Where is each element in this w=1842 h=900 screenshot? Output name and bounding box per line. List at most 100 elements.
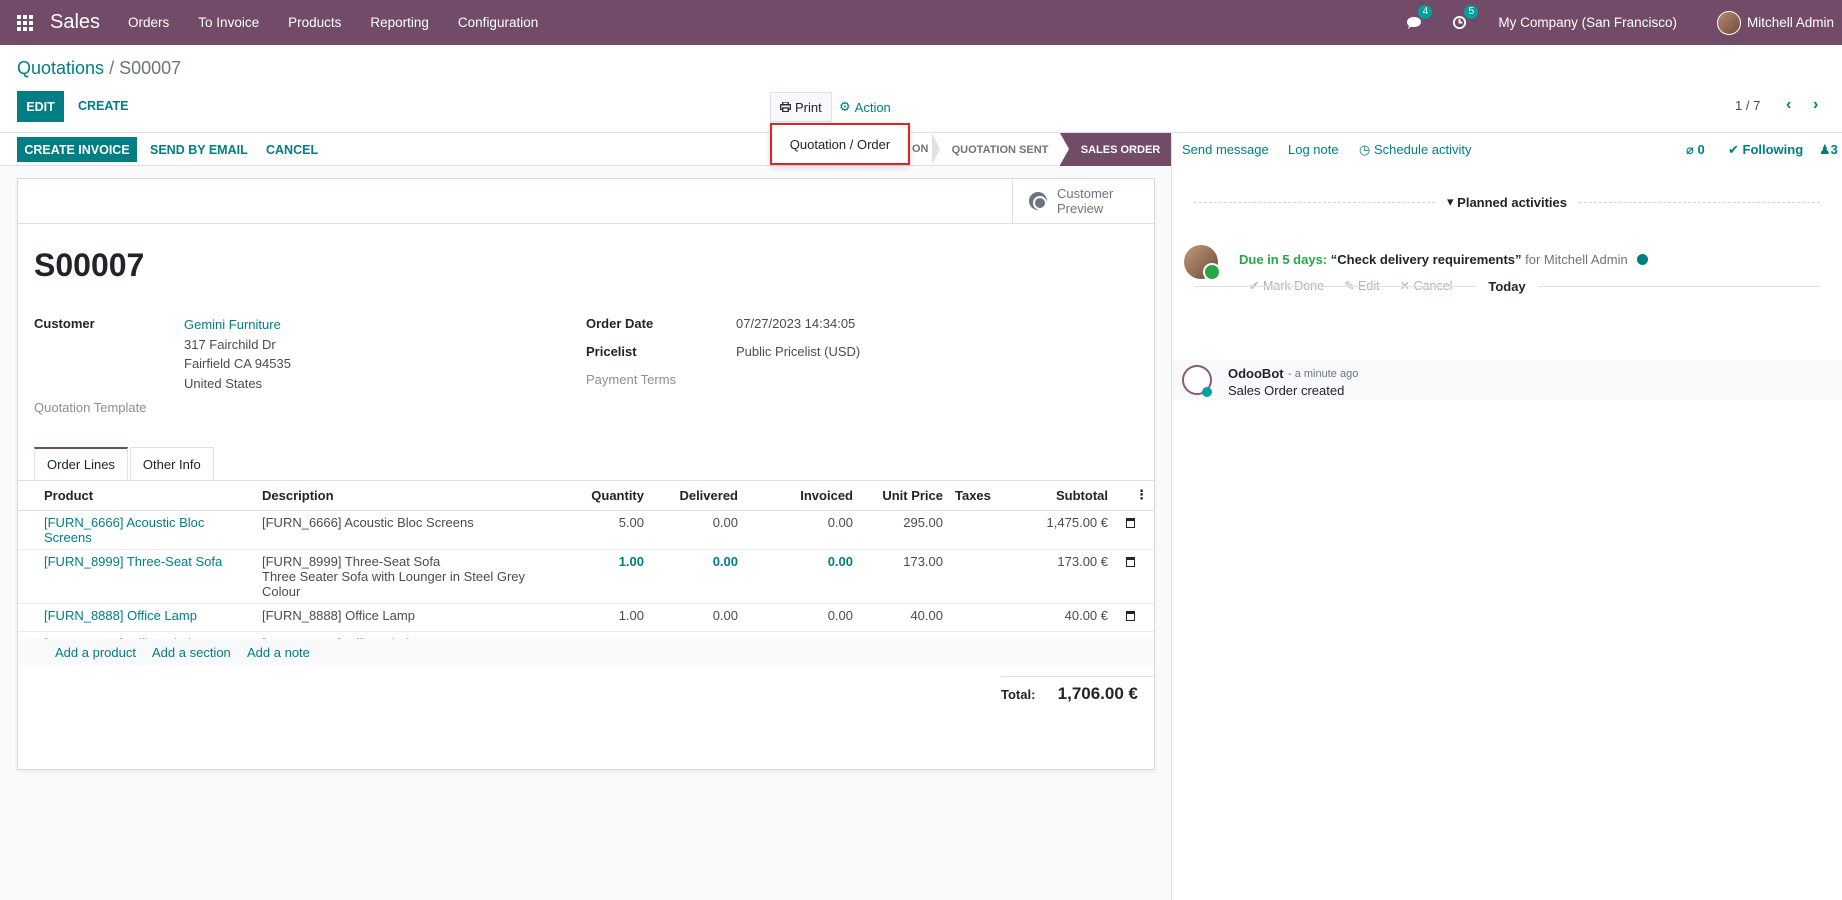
user-icon: ♟ (1819, 142, 1831, 157)
line-invoiced: 0.00 (827, 514, 853, 530)
order-date-label: Order Date (586, 316, 654, 331)
total-value: 1,706.00 € (1057, 684, 1138, 703)
line-product[interactable]: [FURN_8999] Three-Seat Sofa (44, 554, 222, 569)
breadcrumb-current: S00007 (119, 58, 182, 78)
pricelist-value: Public Pricelist (USD) (736, 344, 861, 359)
line-description: [FURN_8999] Three-Seat Sofa (262, 553, 441, 569)
customer-address-line1: 317 Fairchild Dr (184, 337, 276, 352)
add-note-link[interactable]: Add a note (247, 645, 310, 660)
column-header[interactable]: Quantity (560, 481, 650, 511)
planned-activities-toggle[interactable]: ▾ Planned activities (1182, 194, 1832, 210)
tab-order-lines[interactable]: Order Lines (34, 447, 128, 481)
line-unit-price: 295.00 (903, 514, 943, 530)
pager-next-icon[interactable]: › (1813, 96, 1818, 114)
customer-link[interactable]: Gemini Furniture (184, 317, 281, 332)
table-row[interactable]: [FURN_8888] Office Lamp [FURN_8888] Offi… (18, 603, 1154, 632)
activity-summary-line: Due in 5 days: “Check delivery requireme… (1239, 252, 1649, 267)
create-invoice-button[interactable]: CREATE INVOICE (17, 137, 137, 162)
stage-arrow-notch (1060, 133, 1069, 165)
menu-orders[interactable]: Orders (128, 15, 169, 30)
schedule-activity-button[interactable]: ◷ Schedule activity (1359, 142, 1472, 158)
send-message-button[interactable]: Send message (1182, 142, 1269, 157)
table-row[interactable]: [FURN_6666] Acoustic Bloc Screens [FURN_… (18, 510, 1154, 550)
menu-products[interactable]: Products (288, 15, 341, 30)
messages-badge: 4 (1418, 4, 1433, 19)
trash-icon[interactable] (1126, 517, 1135, 528)
menu-to-invoice[interactable]: To Invoice (198, 15, 259, 30)
column-header[interactable]: Unit Price (859, 481, 949, 511)
stage-quotation[interactable]: ON (912, 143, 929, 155)
pager-value[interactable]: 1 / 7 (1735, 98, 1760, 113)
chatter-panel: Send message Log note ◷ Schedule activit… (1171, 133, 1842, 900)
menu-reporting[interactable]: Reporting (370, 15, 429, 30)
message-body: Sales Order created (1228, 383, 1345, 398)
action-button[interactable]: ⚙ Action (839, 99, 891, 115)
stage-arrow (932, 133, 940, 165)
menu-configuration[interactable]: Configuration (458, 15, 538, 30)
add-section-link[interactable]: Add a section (152, 645, 231, 660)
statusbar: CREATE INVOICE SEND BY EMAIL CANCEL ON Q… (0, 133, 1171, 166)
column-header[interactable]: Subtotal (1014, 481, 1114, 511)
followers-button[interactable]: ♟3 (1819, 142, 1838, 158)
print-button[interactable]: Print (770, 92, 832, 122)
apps-menu-icon[interactable] (0, 0, 50, 45)
line-delivered: 0.00 (712, 514, 738, 530)
stage-quotation-sent[interactable]: QUOTATION SENT (940, 133, 1060, 166)
quotation-template-label: Quotation Template (34, 400, 147, 415)
breadcrumb-quotations[interactable]: Quotations (17, 58, 104, 78)
optional-columns-toggle[interactable]: ⋮ (1114, 481, 1154, 511)
action-label: Action (854, 99, 891, 115)
message-author[interactable]: OdooBot (1228, 366, 1284, 381)
clock-icon: ◷ (1359, 142, 1374, 157)
stage-sales-order[interactable]: SALES ORDER (1060, 133, 1171, 166)
print-dropdown-item-quotation-order[interactable]: Quotation / Order (770, 123, 910, 165)
add-product-link[interactable]: Add a product (55, 645, 136, 660)
trash-icon[interactable] (1126, 556, 1135, 567)
line-product[interactable]: [FURN_6666] Acoustic Bloc Screens (44, 515, 204, 545)
user-name: Mitchell Admin (1746, 15, 1834, 30)
handle-col (18, 481, 38, 511)
line-product[interactable]: [FURN_8888] Office Lamp (44, 608, 197, 623)
pricelist-label: Pricelist (586, 344, 637, 359)
tab-other-info[interactable]: Other Info (129, 447, 214, 481)
top-navbar: Sales Orders To Invoice Products Reporti… (0, 0, 1842, 45)
followers-count: 3 (1830, 142, 1838, 157)
form-sheet: Customer Preview S00007 Customer Gemini F… (17, 178, 1155, 770)
app-name[interactable]: Sales (50, 11, 100, 34)
cancel-order-button[interactable]: CANCEL (266, 143, 318, 157)
column-header[interactable]: Taxes (949, 481, 1014, 511)
line-invoiced: 0.00 (827, 607, 853, 623)
line-quantity: 5.00 (618, 514, 644, 530)
line-subtotal: 1,475.00 € (1046, 514, 1108, 530)
gear-icon: ⚙ (839, 99, 851, 114)
line-description-extra: Three Seater Sofa with Lounger in Steel … (262, 568, 526, 599)
pager-previous-icon[interactable]: ‹ (1786, 96, 1791, 114)
attachments-button[interactable]: ⌀ 0 (1686, 142, 1705, 158)
column-header[interactable]: Delivered (650, 481, 744, 511)
column-header[interactable]: Invoiced (744, 481, 859, 511)
attachments-count: 0 (1697, 142, 1705, 157)
preview-label: Customer Preview (1057, 186, 1113, 216)
customer-preview-button[interactable]: Customer Preview (1012, 179, 1154, 223)
send-by-email-button[interactable]: SEND BY EMAIL (150, 143, 248, 157)
info-icon[interactable] (1637, 254, 1649, 265)
log-note-button[interactable]: Log note (1288, 142, 1339, 157)
messaging-menu[interactable]: 4 (1406, 4, 1433, 33)
line-description: [FURN_8888] Office Lamp (262, 607, 415, 623)
following-button[interactable]: ✔ Following (1728, 142, 1803, 158)
user-menu[interactable]: Mitchell Admin (1716, 10, 1834, 35)
line-unit-price: 40.00 (910, 607, 943, 623)
company-switcher[interactable]: My Company (San Francisco) (1498, 15, 1677, 30)
create-button[interactable]: CREATE (78, 99, 128, 113)
trash-icon[interactable] (1126, 610, 1135, 621)
table-row[interactable]: [FURN_8999] Three-Seat Sofa [FURN_8999] … (18, 549, 1154, 604)
check-icon: ✔ (1728, 142, 1743, 157)
column-header[interactable]: Product (38, 481, 256, 511)
column-header[interactable]: Description (256, 481, 560, 511)
line-subtotal: 173.00 € (1057, 553, 1108, 569)
total-label: Total: (1001, 687, 1036, 702)
edit-button[interactable]: EDIT (17, 91, 64, 122)
activity-menu[interactable]: 5 (1452, 4, 1479, 33)
button-box: Customer Preview (18, 179, 1154, 224)
activity-due: Due in 5 days: (1239, 252, 1328, 267)
